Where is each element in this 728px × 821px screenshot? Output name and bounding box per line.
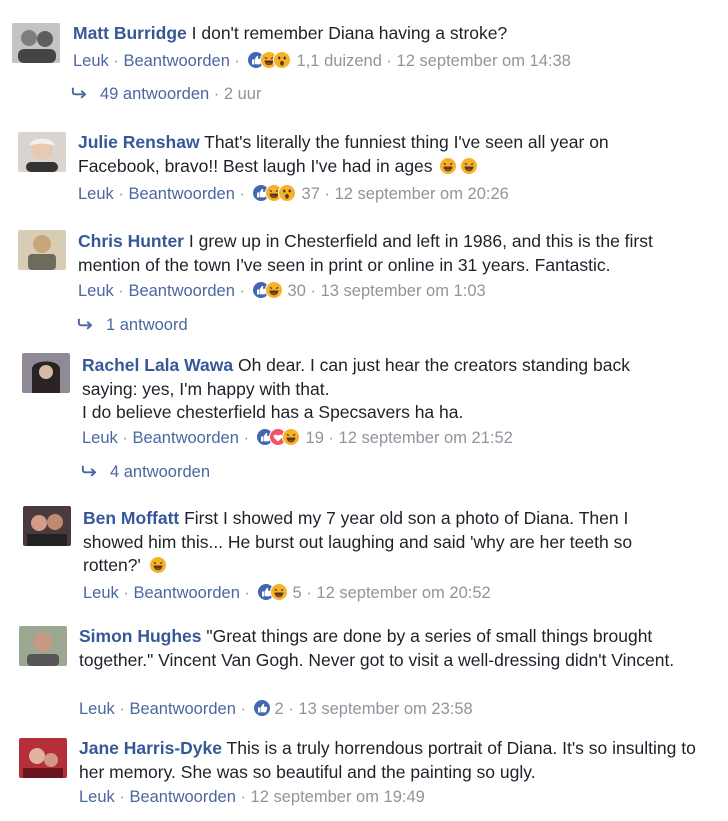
reply-link[interactable]: Beantwoorden <box>128 282 234 300</box>
reply-arrow-icon <box>81 464 97 477</box>
reaction-count[interactable]: 19 <box>306 429 324 447</box>
replies-count[interactable]: 49 antwoorden <box>100 85 209 103</box>
comment-text-line: I do believe chesterfield has a Specsave… <box>82 402 464 422</box>
comment-body: Julie Renshaw That's literally the funni… <box>78 131 678 182</box>
avatar[interactable] <box>18 132 66 172</box>
reply-link[interactable]: Beantwoorden <box>129 700 235 718</box>
replies-count[interactable]: 1 antwoord <box>106 316 188 334</box>
timestamp[interactable]: 13 september om 23:58 <box>298 700 472 718</box>
reactions[interactable] <box>251 183 300 207</box>
comment-actions: Leuk · Beantwoorden · 1,1 duizend · 12 s… <box>73 50 571 74</box>
like-link[interactable]: Leuk <box>78 185 114 203</box>
like-link[interactable]: Leuk <box>73 52 109 70</box>
comment-text: I don't remember Diana having a stroke? <box>191 23 508 43</box>
timestamp[interactable]: 12 september om 19:49 <box>251 788 425 806</box>
like-link[interactable]: Leuk <box>79 700 115 718</box>
reply-link[interactable]: Beantwoorden <box>129 788 235 806</box>
author-name[interactable]: Matt Burridge <box>73 23 187 43</box>
comment-actions: Leuk · Beantwoorden · 19 · 12 september … <box>82 427 513 451</box>
avatar[interactable] <box>22 353 70 393</box>
reply-arrow-icon <box>71 86 87 99</box>
avatar[interactable] <box>19 626 67 666</box>
comment-actions: Leuk · Beantwoorden · 12 september om 19… <box>79 788 425 806</box>
replies-time: 2 uur <box>223 85 262 103</box>
avatar[interactable] <box>19 738 67 778</box>
author-name[interactable]: Simon Hughes <box>79 626 202 646</box>
timestamp[interactable]: 12 september om 20:52 <box>316 584 490 602</box>
wow-icon <box>277 184 296 202</box>
laughing-emoji-icon <box>439 156 481 183</box>
author-name[interactable]: Ben Moffatt <box>83 508 179 528</box>
reactions[interactable] <box>256 582 291 606</box>
reply-link[interactable]: Beantwoorden <box>133 584 239 602</box>
avatar[interactable] <box>23 506 71 546</box>
timestamp[interactable]: 12 september om 20:26 <box>335 185 509 203</box>
reactions[interactable] <box>252 699 273 722</box>
comment-actions: Leuk · Beantwoorden · 37 · 12 september … <box>78 183 509 207</box>
avatar[interactable] <box>12 23 60 63</box>
view-replies[interactable]: 1 antwoord <box>74 316 188 335</box>
reaction-count[interactable]: 30 <box>288 282 306 300</box>
wow-icon <box>272 51 291 69</box>
timestamp[interactable]: 12 september om 21:52 <box>339 429 513 447</box>
like-link[interactable]: Leuk <box>78 282 114 300</box>
reaction-count[interactable]: 2 <box>275 700 284 718</box>
like-link[interactable]: Leuk <box>82 429 118 447</box>
reactions[interactable] <box>251 280 286 304</box>
author-name[interactable]: Jane Harris-Dyke <box>79 738 222 758</box>
comment-actions: Leuk · Beantwoorden · 5 · 12 september o… <box>83 582 491 606</box>
reply-arrow-icon <box>77 317 93 330</box>
view-replies[interactable]: 49 antwoorden · 2 uur <box>68 85 261 104</box>
laughing-emoji-icon <box>148 555 168 582</box>
comment-body: Ben Moffatt First I showed my 7 year old… <box>83 507 683 582</box>
replies-count[interactable]: 4 antwoorden <box>110 463 210 481</box>
comment-body: Simon Hughes "Great things are done by a… <box>79 625 699 672</box>
reaction-count[interactable]: 1,1 duizend <box>297 52 382 70</box>
reply-link[interactable]: Beantwoorden <box>132 429 238 447</box>
comment-actions: Leuk · Beantwoorden · 2 · 13 september o… <box>79 699 473 722</box>
timestamp[interactable]: 12 september om 14:38 <box>397 52 571 70</box>
timestamp[interactable]: 13 september om 1:03 <box>321 282 486 300</box>
reaction-count[interactable]: 5 <box>293 584 302 602</box>
haha-icon <box>281 427 300 447</box>
comment-body: Chris Hunter I grew up in Chesterfield a… <box>78 230 708 277</box>
reactions[interactable] <box>255 427 304 451</box>
author-name[interactable]: Chris Hunter <box>78 231 184 251</box>
comment-actions: Leuk · Beantwoorden · 30 · 13 september … <box>78 280 486 304</box>
comment-body: Matt Burridge I don't remember Diana hav… <box>73 22 713 46</box>
haha-icon <box>264 280 283 300</box>
reply-link[interactable]: Beantwoorden <box>128 185 234 203</box>
like-icon <box>252 699 271 717</box>
comment-body: Rachel Lala Wawa Oh dear. I can just hea… <box>82 354 682 425</box>
author-name[interactable]: Rachel Lala Wawa <box>82 355 233 375</box>
haha-icon <box>269 582 288 602</box>
reactions[interactable] <box>246 50 295 74</box>
view-replies[interactable]: 4 antwoorden <box>78 463 210 482</box>
reply-link[interactable]: Beantwoorden <box>123 52 229 70</box>
reaction-count[interactable]: 37 <box>302 185 320 203</box>
avatar[interactable] <box>18 230 66 270</box>
comment-body: Jane Harris-Dyke This is a truly horrend… <box>79 737 699 784</box>
author-name[interactable]: Julie Renshaw <box>78 132 200 152</box>
like-link[interactable]: Leuk <box>83 584 119 602</box>
like-link[interactable]: Leuk <box>79 788 115 806</box>
